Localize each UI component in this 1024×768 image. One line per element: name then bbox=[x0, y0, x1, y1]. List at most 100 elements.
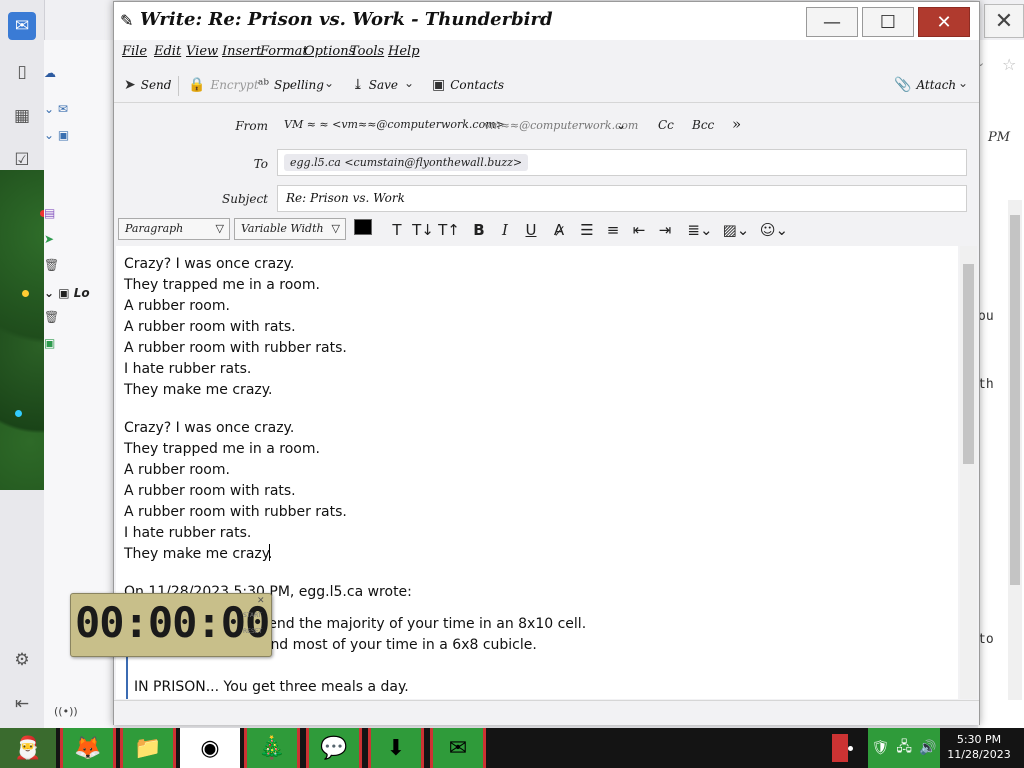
minimize-button[interactable]: — bbox=[806, 7, 858, 37]
save-chevron-down-icon[interactable]: ⌄ bbox=[404, 76, 414, 90]
background-text: ou bbox=[978, 309, 994, 324]
menu-help[interactable]: Help bbox=[388, 44, 420, 59]
bullet-list-icon[interactable]: ☰ bbox=[576, 220, 598, 240]
chat-app-icon[interactable]: 💬 bbox=[306, 728, 362, 768]
clock-date: 11/28/2023 bbox=[947, 748, 1011, 761]
paperclip-icon: 📎 bbox=[894, 77, 912, 93]
chrome-icon[interactable]: ◉ bbox=[180, 728, 240, 768]
background-scrollbar-thumb[interactable] bbox=[1010, 215, 1020, 585]
subject-label: Subject bbox=[222, 192, 268, 206]
bold-icon[interactable]: B bbox=[468, 220, 490, 240]
background-text: PM bbox=[988, 130, 1011, 145]
title-bar[interactable]: ✎ Write: Re: Prison vs. Work - Thunderbi… bbox=[114, 2, 979, 40]
taskbar-clock[interactable]: 5:30 PM 11/28/2023 bbox=[944, 732, 1014, 762]
save-button[interactable]: ⤓ Save bbox=[352, 74, 398, 96]
from-chevron-down-icon[interactable]: ⌄ bbox=[616, 118, 626, 132]
address-book-icon[interactable]: ▯ bbox=[8, 58, 36, 86]
clock-time: 5:30 PM bbox=[956, 733, 1002, 746]
menu-edit[interactable]: Edit bbox=[154, 44, 181, 59]
network-icon[interactable]: 🖧 bbox=[896, 736, 912, 760]
folder-local[interactable]: ⌄ ▣ Lo bbox=[44, 286, 114, 308]
align-icon[interactable]: ≣⌄ bbox=[684, 220, 716, 240]
cc-button[interactable]: Cc bbox=[658, 118, 674, 132]
insert-image-icon[interactable]: ▨⌄ bbox=[720, 220, 752, 240]
spelling-button[interactable]: ᵃᵇ Spelling bbox=[258, 74, 324, 96]
emoji-icon[interactable]: ☺⌄ bbox=[758, 220, 790, 240]
send-icon: ➤ bbox=[124, 77, 136, 93]
menu-tools[interactable]: Tools bbox=[350, 44, 384, 59]
system-tray: 🛡 🖧 🔊 bbox=[868, 728, 940, 768]
menu-file[interactable]: File bbox=[122, 44, 147, 59]
online-status-icon[interactable]: ((•)) bbox=[54, 705, 78, 718]
folder-outbox[interactable]: ▣ bbox=[44, 336, 114, 358]
close-icon[interactable]: ✕ bbox=[257, 596, 265, 606]
paragraph-format-select[interactable]: Paragraph ▽ bbox=[118, 218, 230, 240]
close-button[interactable]: ✕ bbox=[918, 7, 970, 37]
more-fields-button[interactable]: » bbox=[732, 115, 741, 133]
recipient-pill[interactable]: egg.l5.ca <cumstain@flyonthewall.buzz> bbox=[284, 154, 529, 171]
encrypt-button[interactable]: 🔒 Encrypt bbox=[188, 74, 259, 96]
background-text: to bbox=[978, 632, 994, 647]
firefox-icon[interactable]: 🦊 bbox=[60, 728, 116, 768]
menu-bar: File Edit View Insert Format Options Too… bbox=[114, 40, 979, 66]
font-size-larger-icon[interactable]: T↑ bbox=[438, 220, 460, 240]
body-line: They make me crazy. bbox=[124, 546, 273, 562]
star-icon[interactable]: ☆ bbox=[1002, 55, 1016, 74]
to-field[interactable]: egg.l5.ca <cumstain@flyonthewall.buzz> bbox=[277, 149, 967, 176]
folder-inbox[interactable]: ⌄ ▣ bbox=[44, 128, 114, 150]
bcc-button[interactable]: Bcc bbox=[692, 118, 714, 132]
outdent-icon[interactable]: ⇤ bbox=[628, 220, 650, 240]
font-size-smaller-icon[interactable]: T↓ bbox=[412, 220, 434, 240]
christmas-tree-app-icon[interactable]: 🎄 bbox=[244, 728, 300, 768]
settings-gear-icon[interactable]: ⚙ bbox=[8, 646, 36, 674]
attach-button[interactable]: 📎 Attach bbox=[894, 74, 956, 96]
attach-chevron-down-icon[interactable]: ⌄ bbox=[958, 76, 968, 90]
volume-icon[interactable]: 🔊 bbox=[919, 740, 936, 756]
from-identity-select[interactable]: VM ≈ ≈ <vm≈≈@computerwork.com> bbox=[284, 118, 505, 131]
thunderbird-icon[interactable]: ✉ bbox=[430, 728, 486, 768]
folder-trash[interactable]: 🗑 bbox=[44, 258, 114, 280]
file-explorer-icon[interactable]: 📁 bbox=[120, 728, 176, 768]
numbered-list-icon[interactable]: ≡ bbox=[602, 220, 624, 240]
tray-divider bbox=[832, 734, 848, 762]
menu-format[interactable]: Format bbox=[260, 44, 308, 59]
folder-drafts[interactable]: ▤ bbox=[44, 206, 114, 228]
body-line: A rubber room with rats. bbox=[124, 319, 296, 335]
spelling-chevron-down-icon[interactable]: ⌄ bbox=[324, 76, 334, 90]
collapse-icon[interactable]: ⇤ bbox=[8, 690, 36, 718]
text-caret bbox=[269, 544, 270, 561]
underline-icon[interactable]: U bbox=[520, 220, 542, 240]
body-line: Crazy? I was once crazy. bbox=[124, 420, 295, 436]
start-button-santa-icon[interactable]: 🎅 bbox=[0, 728, 56, 768]
folder-account[interactable]: ⌄ ✉ bbox=[44, 102, 114, 124]
maximize-button[interactable]: ☐ bbox=[862, 7, 914, 37]
menu-options[interactable]: Options bbox=[304, 44, 355, 59]
formatting-toolbar: Paragraph ▽ Variable Width ▽ T T↓ T↑ B I U… bbox=[114, 214, 979, 244]
mail-icon[interactable]: ✉ bbox=[8, 12, 36, 40]
calendar-icon[interactable]: ▦ bbox=[8, 102, 36, 130]
indent-icon[interactable]: ⇥ bbox=[654, 220, 676, 240]
contacts-button[interactable]: ▣ Contacts bbox=[432, 74, 504, 96]
stopwatch-widget[interactable]: 00:00:00 START RESET ✕ bbox=[70, 593, 272, 657]
folder-local-trash[interactable]: 🗑 bbox=[44, 310, 114, 332]
text-color-button[interactable] bbox=[354, 219, 372, 235]
stopwatch-start-button[interactable]: START bbox=[243, 612, 262, 619]
subject-input[interactable]: Re: Prison vs. Work bbox=[277, 185, 967, 212]
body-line: They trapped me in a room. bbox=[124, 441, 320, 457]
folder-sent[interactable]: ➤ bbox=[44, 232, 114, 254]
pencil-icon: ✎ bbox=[120, 11, 134, 30]
download-app-icon[interactable]: ⬇ bbox=[368, 728, 424, 768]
font-select[interactable]: Variable Width ▽ bbox=[234, 218, 346, 240]
send-button[interactable]: ➤ Send bbox=[124, 74, 171, 96]
background-close-button[interactable]: ✕ bbox=[984, 4, 1024, 38]
body-scrollbar-thumb[interactable] bbox=[963, 264, 974, 464]
security-icon[interactable]: 🛡 bbox=[872, 740, 890, 756]
menu-insert[interactable]: Insert bbox=[222, 44, 261, 59]
font-size-default-icon[interactable]: T bbox=[386, 220, 408, 240]
stopwatch-reset-button[interactable]: RESET bbox=[243, 628, 262, 635]
cloud-icon[interactable]: ☁ bbox=[44, 66, 114, 88]
text-style-icon[interactable]: A̷ bbox=[548, 220, 570, 240]
menu-view[interactable]: View bbox=[186, 44, 218, 59]
stopwatch-display: 00:00:00 bbox=[75, 598, 270, 647]
italic-icon[interactable]: I bbox=[494, 220, 516, 240]
